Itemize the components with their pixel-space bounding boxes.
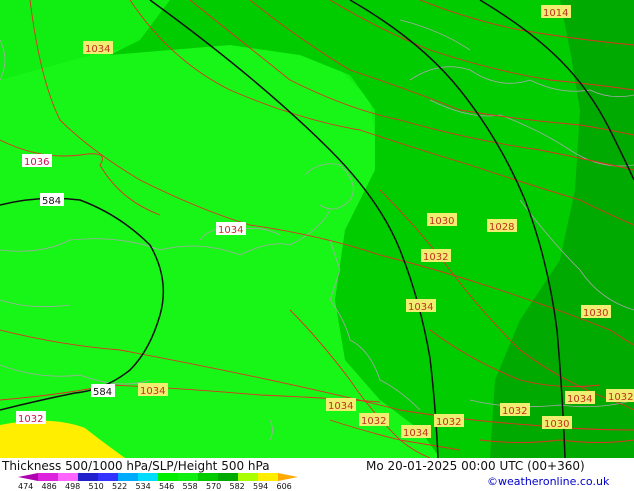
legend-swatch [178, 473, 198, 481]
map-chart: 1014 1034 1036 584 1034 1030 1028 1032 1… [0, 0, 634, 458]
legend-swatch [138, 473, 158, 481]
legend-swatch [278, 473, 298, 481]
isobar-label: 1032 [18, 414, 43, 425]
isobar-label: 1030 [544, 419, 569, 430]
legend-swatch [18, 473, 38, 481]
weather-map-panel: 1014 1034 1036 584 1034 1030 1028 1032 1… [0, 0, 634, 491]
isobar-label: 1034 [408, 302, 433, 313]
legend-swatch [158, 473, 178, 481]
credit-link[interactable]: ©weatheronline.co.uk [487, 475, 609, 488]
isobar-label: 1034 [218, 225, 243, 236]
isobar-label: 1034 [567, 394, 592, 405]
legend-swatch [98, 473, 118, 481]
isobar-label: 1034 [403, 428, 428, 439]
color-scale-legend: 474 486 498 510 522 534 546 558 570 582 594 606 [18, 473, 318, 491]
isobar-label: 1032 [423, 252, 448, 263]
isobar-label: 1028 [489, 222, 514, 233]
legend-swatch [78, 473, 98, 481]
legend-swatch [198, 473, 218, 481]
isobar-label: 1032 [436, 417, 461, 428]
isobar-label: 1032 [361, 416, 386, 427]
isobar-label: 1036 [24, 157, 49, 168]
isobar-label: 1032 [608, 392, 633, 403]
legend-swatch [58, 473, 78, 481]
isobar-label: 1034 [85, 44, 110, 55]
isobar-label: 1032 [502, 406, 527, 417]
map-title: Thickness 500/1000 hPa/SLP/Height 500 hP… [2, 459, 270, 473]
footer-bar: Thickness 500/1000 hPa/SLP/Height 500 hP… [0, 458, 634, 491]
isobar-label: 1034 [328, 401, 353, 412]
legend-swatch [218, 473, 238, 481]
isobar-label: 1014 [543, 8, 568, 19]
height-label: 584 [42, 196, 61, 207]
height-label: 584 [93, 387, 112, 398]
legend-swatch [258, 473, 278, 481]
valid-time: Mo 20-01-2025 00:00 UTC (00+360) [366, 459, 585, 473]
isobar-label: 1034 [140, 386, 165, 397]
isobar-label: 1030 [429, 216, 454, 227]
legend-swatch [38, 473, 58, 481]
legend-swatch [118, 473, 138, 481]
isobar-label: 1030 [583, 308, 608, 319]
legend-swatch [238, 473, 258, 481]
